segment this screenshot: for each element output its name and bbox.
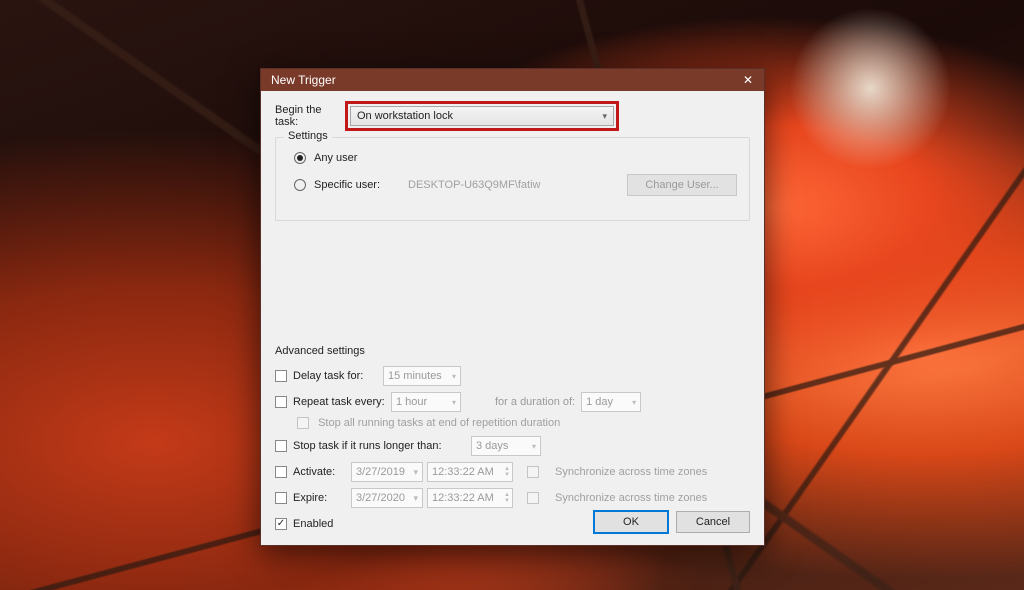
activate-time[interactable]: 12:33:22 AM ▲▼ [427,462,513,482]
activate-sync-label: Synchronize across time zones [555,466,707,478]
stop-if-label: Stop task if it runs longer than: [293,440,471,452]
spinner-icon[interactable]: ▲▼ [504,466,510,478]
chevron-down-icon: ▾ [602,111,607,122]
begin-task-label: Begin the task: [275,104,345,128]
specific-user-label: Specific user: [314,179,380,191]
chevron-down-icon: ▾ [452,398,456,407]
cancel-button[interactable]: Cancel [676,511,750,533]
any-user-label: Any user [314,152,357,164]
specific-user-value: DESKTOP-U63Q9MF\fatiw [408,179,627,191]
delay-checkbox[interactable] [275,370,287,382]
begin-task-value: On workstation lock [357,110,453,122]
expire-sync-label: Synchronize across time zones [555,492,707,504]
chevron-down-icon: ▾ [632,398,636,407]
duration-select[interactable]: 1 day▾ [581,392,641,412]
delay-label: Delay task for: [293,370,383,382]
calendar-icon: ▾ [413,493,418,504]
stop-if-checkbox[interactable] [275,440,287,452]
advanced-settings-title: Advanced settings [275,345,750,357]
chevron-down-icon: ▾ [532,442,536,451]
expire-date[interactable]: 3/27/2020▾ [351,488,423,508]
repeat-select[interactable]: 1 hour▾ [391,392,461,412]
ok-button[interactable]: OK [594,511,668,533]
window-title: New Trigger [271,73,738,87]
any-user-radio[interactable] [294,152,306,164]
expire-sync-checkbox [527,492,539,504]
enabled-checkbox[interactable] [275,518,287,530]
settings-group-label: Settings [284,130,332,142]
stop-running-label: Stop all running tasks at end of repetit… [318,417,560,429]
expire-label: Expire: [293,492,351,504]
titlebar[interactable]: New Trigger ✕ [261,69,764,91]
spinner-icon[interactable]: ▲▼ [504,492,510,504]
stop-running-checkbox [297,417,309,429]
activate-checkbox[interactable] [275,466,287,478]
repeat-checkbox[interactable] [275,396,287,408]
change-user-button[interactable]: Change User... [627,174,737,196]
activate-date[interactable]: 3/27/2019▾ [351,462,423,482]
begin-task-select[interactable]: On workstation lock ▾ [350,106,614,126]
highlight-box: On workstation lock ▾ [345,101,619,131]
enabled-label: Enabled [293,518,333,530]
spacer [275,221,750,341]
delay-select[interactable]: 15 minutes▾ [383,366,461,386]
repeat-label: Repeat task every: [293,396,391,408]
new-trigger-dialog: New Trigger ✕ Begin the task: On worksta… [260,68,765,546]
activate-label: Activate: [293,466,351,478]
close-icon[interactable]: ✕ [738,73,758,87]
chevron-down-icon: ▾ [452,372,456,381]
activate-sync-checkbox [527,466,539,478]
expire-time[interactable]: 12:33:22 AM ▲▼ [427,488,513,508]
specific-user-radio[interactable] [294,179,306,191]
duration-label: for a duration of: [495,396,575,408]
expire-checkbox[interactable] [275,492,287,504]
settings-group: Settings Any user Specific user: DESKTOP… [275,137,750,221]
stop-if-select[interactable]: 3 days▾ [471,436,541,456]
calendar-icon: ▾ [413,467,418,478]
